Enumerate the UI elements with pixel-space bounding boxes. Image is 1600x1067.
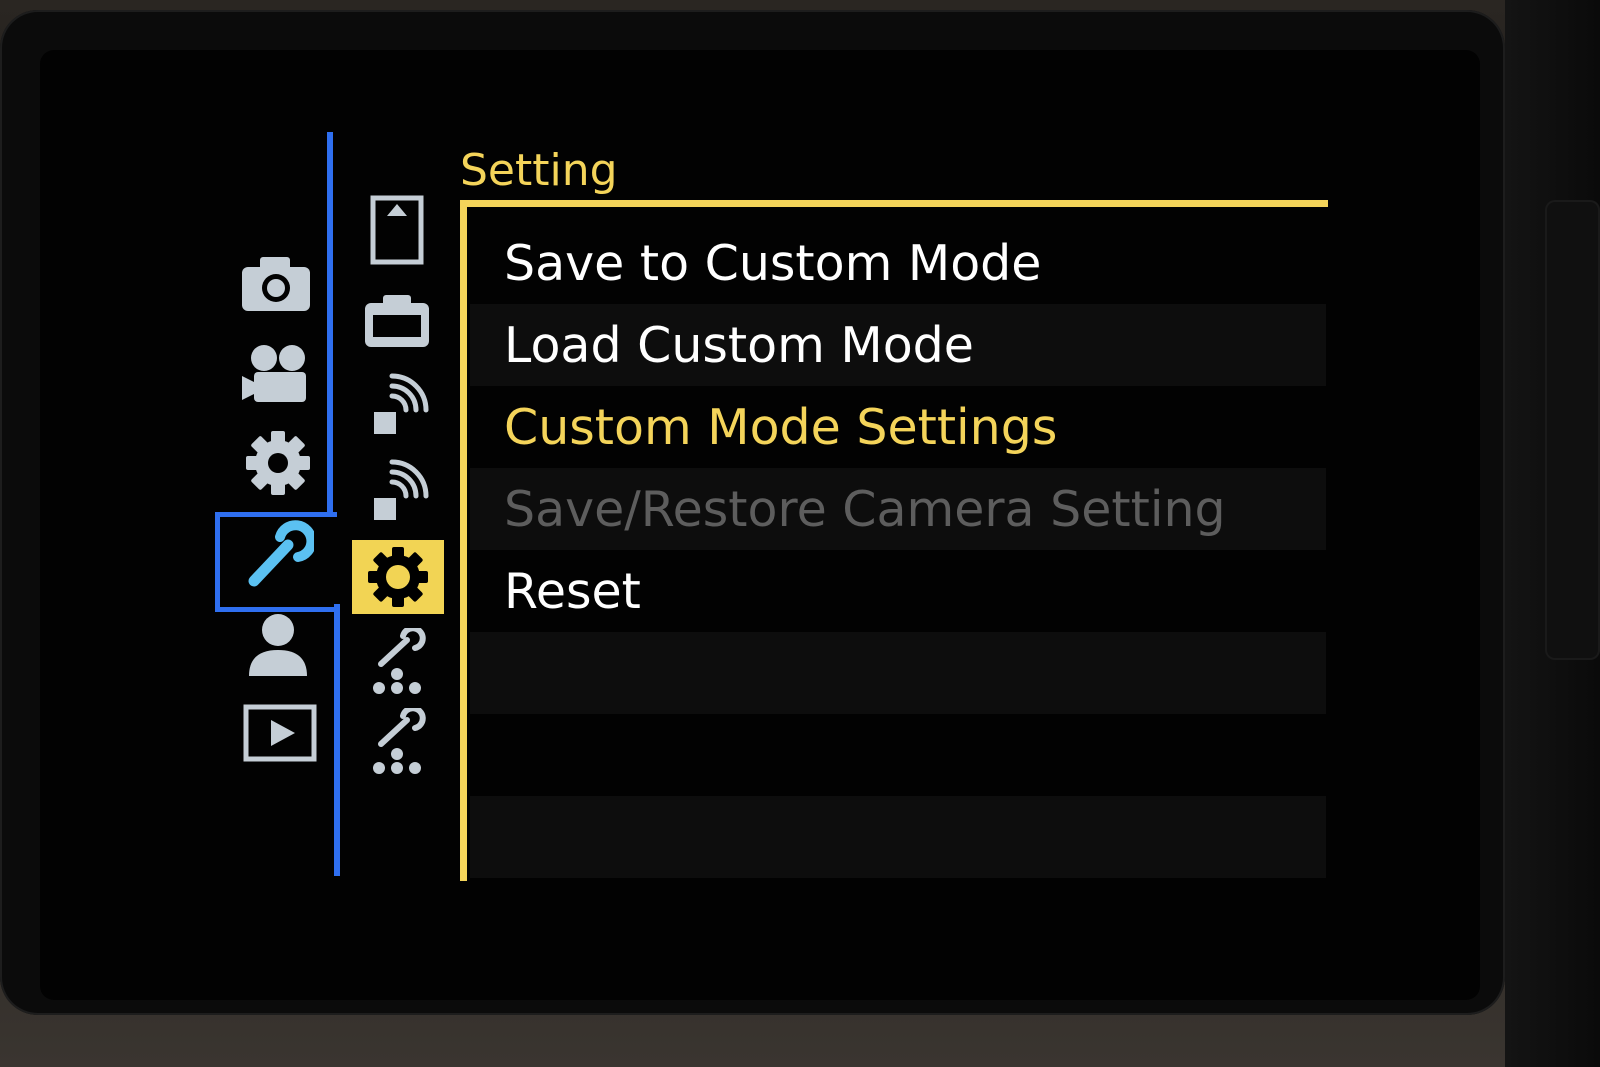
monitor-icon[interactable] [352, 284, 442, 358]
menu-frame-left [460, 200, 467, 881]
camera-icon[interactable] [236, 248, 316, 318]
wireless-icon[interactable] [352, 368, 442, 442]
menu-empty-row [470, 796, 1326, 878]
menu-empty-row [470, 714, 1326, 796]
menu-item-save-to-custom-mode[interactable]: Save to Custom Mode [470, 222, 1326, 304]
menu-empty-row [470, 632, 1326, 714]
menu-item-custom-mode-settings[interactable]: Custom Mode Settings [470, 386, 1326, 468]
category-divider-bottom [334, 604, 340, 876]
movie-camera-icon[interactable] [236, 338, 316, 408]
category-divider-top [327, 132, 333, 515]
wireless-icon-2[interactable] [352, 454, 442, 528]
person-icon[interactable] [238, 610, 318, 680]
gear-icon[interactable] [238, 428, 318, 498]
card-slot-icon[interactable] [352, 193, 442, 267]
menu-item-save-restore-camera-setting: Save/Restore Camera Setting [470, 468, 1326, 550]
screen-hinge [1545, 200, 1600, 660]
menu-title: Setting [460, 145, 618, 196]
setup-custom-icon-2[interactable] [354, 706, 444, 780]
gear-icon[interactable] [352, 540, 444, 614]
menu-item-load-custom-mode[interactable]: Load Custom Mode [470, 304, 1326, 386]
playback-icon[interactable] [240, 698, 320, 768]
wrench-icon[interactable] [238, 520, 318, 590]
menu-item-reset[interactable]: Reset [470, 550, 1326, 632]
menu-frame-top [460, 200, 1328, 207]
menu-list: Save to Custom Mode Load Custom Mode Cus… [470, 222, 1326, 878]
setup-custom-icon[interactable] [354, 626, 444, 700]
